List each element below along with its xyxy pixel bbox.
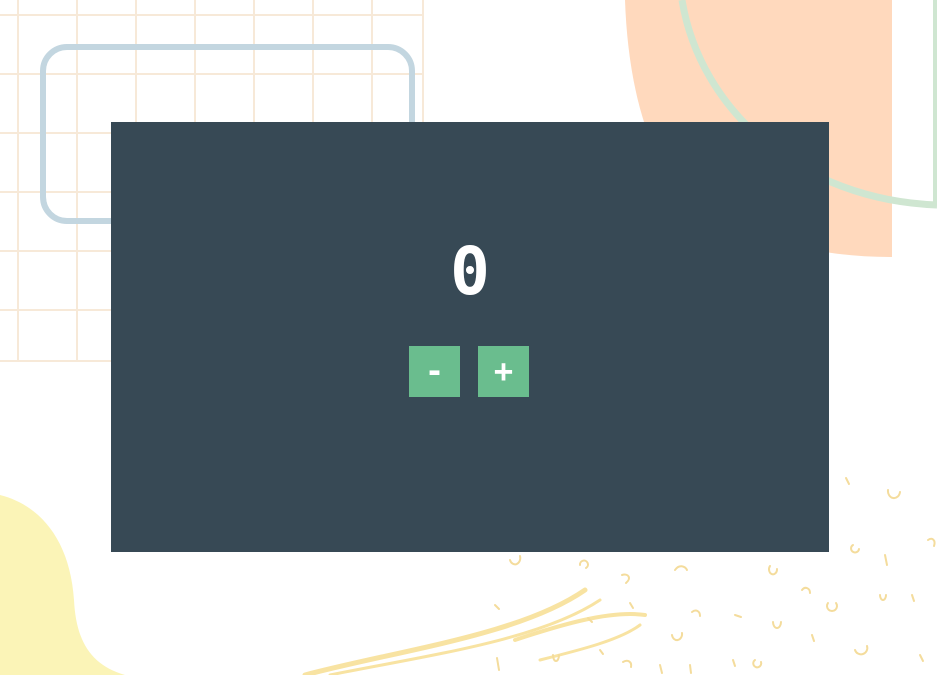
decrement-button[interactable]: -	[409, 346, 460, 397]
counter-value: 0	[450, 233, 490, 310]
yellow-blob-shape	[0, 495, 125, 675]
increment-button[interactable]: +	[478, 346, 529, 397]
yellow-brush-strokes	[302, 587, 647, 675]
counter-card: 0 - +	[111, 122, 829, 552]
